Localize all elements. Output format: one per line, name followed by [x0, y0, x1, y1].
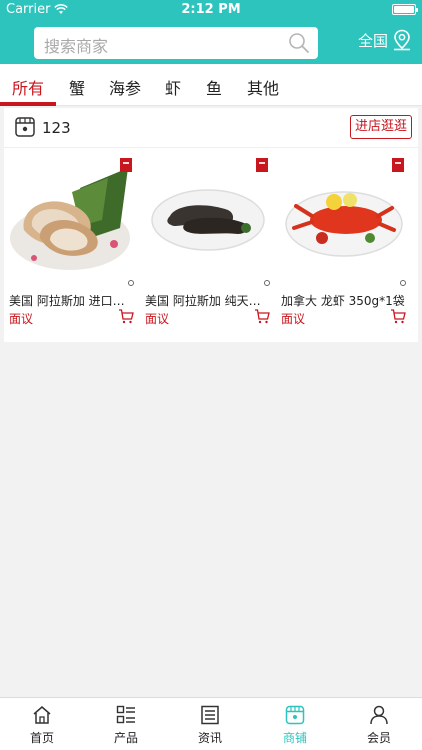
zoom-icon: [264, 280, 270, 286]
status-bar: Carrier 2:12 PM: [0, 0, 422, 20]
product-card[interactable]: 加拿大 龙虾 350g*1袋 面议: [280, 156, 408, 336]
shop-name[interactable]: 123: [42, 119, 71, 137]
tab-crab[interactable]: 蟹: [69, 75, 85, 99]
zoom-icon: [400, 280, 406, 286]
shop-icon[interactable]: [285, 705, 305, 725]
product-badge: [256, 158, 268, 172]
product-title[interactable]: 加拿大 龙虾 350g*1袋: [281, 292, 407, 309]
tab-fish[interactable]: 鱼: [206, 75, 222, 99]
nav-shops-label[interactable]: 商铺: [253, 729, 337, 746]
product-image-fish-steak[interactable]: [10, 158, 134, 286]
shop-card: 123 进店逛逛 美国 阿拉斯加 进口… 面议 美国 阿拉斯加 纯天… 面议 加…: [4, 108, 418, 342]
location-icon[interactable]: [392, 29, 412, 51]
battery-icon: [392, 4, 418, 15]
tab-other[interactable]: 其他: [247, 75, 279, 99]
search-placeholder[interactable]: 搜索商家: [44, 33, 108, 57]
nav-member[interactable]: 会员: [337, 698, 421, 750]
bottom-tab-bar: 首页 产品 资讯 商铺 会员: [0, 697, 422, 750]
nav-news[interactable]: 资讯: [168, 698, 252, 750]
zoom-icon: [128, 280, 134, 286]
product-title[interactable]: 美国 阿拉斯加 纯天…: [145, 292, 271, 309]
app-header: Carrier 2:12 PM 搜索商家 全国: [0, 0, 422, 64]
nav-products[interactable]: 产品: [84, 698, 168, 750]
search-icon[interactable]: [288, 32, 310, 54]
cart-icon[interactable]: [118, 308, 134, 324]
product-price: 面议: [281, 312, 306, 326]
category-tabs: 所有 蟹 海参 虾 鱼 其他: [0, 64, 422, 106]
region-selector[interactable]: 全国: [358, 29, 412, 51]
product-card[interactable]: 美国 阿拉斯加 进口… 面议: [8, 156, 136, 336]
clock: 2:12 PM: [181, 2, 241, 17]
cart-icon[interactable]: [254, 308, 270, 324]
tab-sea-cucumber[interactable]: 海参: [109, 75, 141, 99]
product-card[interactable]: 美国 阿拉斯加 纯天… 面议: [144, 156, 272, 336]
home-icon[interactable]: [32, 705, 52, 725]
nav-home-label[interactable]: 首页: [0, 729, 84, 746]
nav-home[interactable]: 首页: [0, 698, 84, 750]
storefront-icon: [15, 117, 35, 137]
nav-news-label[interactable]: 资讯: [168, 729, 252, 746]
product-badge: [120, 158, 132, 172]
product-price: 面议: [9, 312, 34, 326]
active-tab-indicator: [0, 102, 56, 106]
nav-products-label[interactable]: 产品: [84, 729, 168, 746]
product-image-lobster[interactable]: [282, 158, 406, 286]
user-icon[interactable]: [369, 705, 389, 725]
product-list-icon[interactable]: [116, 705, 136, 725]
tab-shrimp[interactable]: 虾: [165, 75, 181, 99]
product-title[interactable]: 美国 阿拉斯加 进口…: [9, 292, 135, 309]
cart-icon[interactable]: [390, 308, 406, 324]
search-box[interactable]: 搜索商家: [34, 27, 318, 59]
product-image-sea-cucumber[interactable]: [146, 158, 270, 286]
news-icon[interactable]: [200, 705, 220, 725]
nav-member-label[interactable]: 会员: [337, 729, 421, 746]
tab-all[interactable]: 所有: [12, 75, 44, 99]
shop-header[interactable]: 123 进店逛逛: [4, 108, 418, 148]
product-badge: [392, 158, 404, 172]
product-price: 面议: [145, 312, 170, 326]
enter-shop-button[interactable]: 进店逛逛: [350, 115, 412, 139]
region-label[interactable]: 全国: [358, 30, 388, 51]
nav-shops[interactable]: 商铺: [253, 698, 337, 750]
